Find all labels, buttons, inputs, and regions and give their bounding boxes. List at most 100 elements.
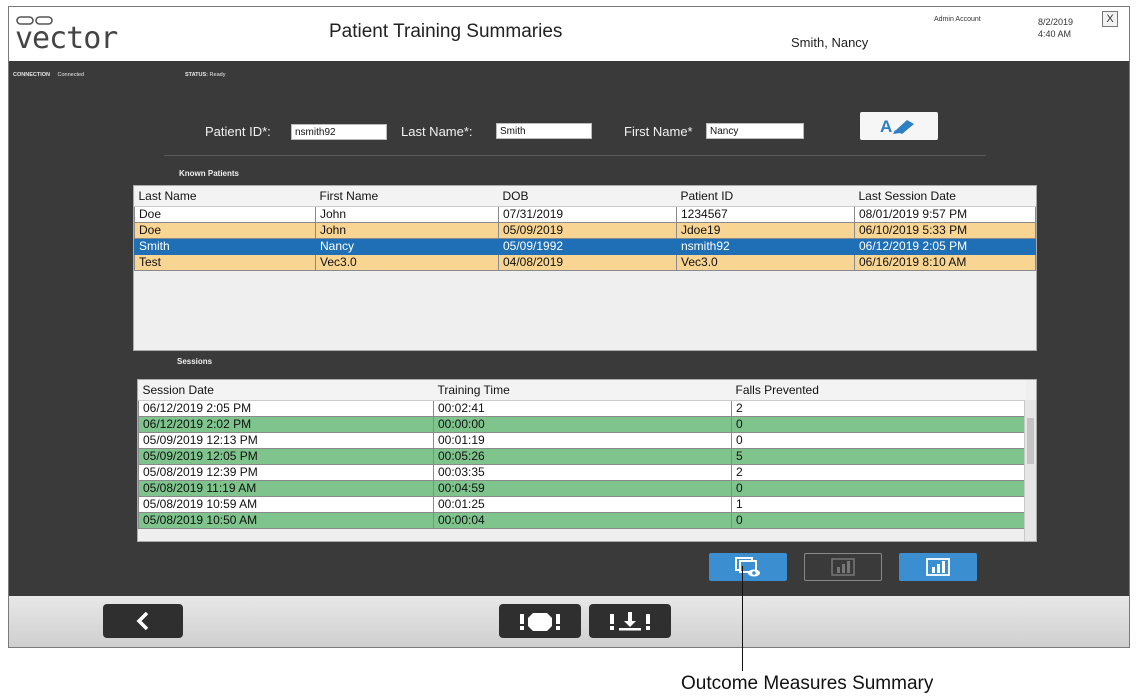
column-header[interactable]: Falls Prevented (731, 380, 1026, 401)
status-label: STATUS: (185, 72, 209, 78)
table-cell: 00:00:04 (433, 511, 732, 529)
table-cell: Nancy (315, 237, 499, 255)
table-cell: 05/08/2019 10:59 AM (138, 495, 434, 513)
sessions-scrollbar[interactable] (1024, 400, 1036, 541)
column-header[interactable]: DOB (498, 186, 677, 207)
table-cell: 0 (731, 415, 1026, 433)
status-value: Ready (209, 72, 226, 78)
table-cell: Jdoe19 (676, 221, 855, 239)
session-row[interactable]: 05/08/2019 10:59 AM 00:01:25 1 (138, 495, 1026, 513)
edit-name-icon: A (880, 117, 914, 136)
patient-id-label: Patient ID*: (205, 124, 271, 139)
close-button[interactable]: X (1102, 11, 1118, 27)
callout-label: Outcome Measures Summary (681, 673, 934, 694)
table-cell: 07/31/2019 (498, 205, 677, 223)
table-cell: 00:02:41 (433, 399, 732, 417)
system-status: STATUS: Ready (185, 72, 225, 78)
main-panel: CONNECTION Connected STATUS: Ready Patie… (9, 61, 1129, 596)
form-divider (164, 155, 986, 156)
table-cell: 06/12/2019 2:05 PM (138, 399, 434, 417)
table-cell: 00:01:25 (433, 495, 732, 513)
table-cell: 00:00:00 (433, 415, 732, 433)
fall-alert-button[interactable] (499, 604, 581, 638)
column-header[interactable]: Session Date (138, 380, 434, 401)
callout-pointer-line (742, 566, 743, 671)
back-button[interactable] (103, 604, 183, 638)
monitor-eye-icon (735, 557, 760, 577)
app-window: vector Patient Training Summaries Smith,… (8, 6, 1130, 648)
patient-row[interactable]: Test Vec3.0 04/08/2019 Vec3.0 06/16/2019 8:1… (134, 253, 1036, 271)
table-cell: 1234567 (676, 205, 855, 223)
outcome-measures-summary-button[interactable] (709, 553, 787, 581)
vector-logo: vector (15, 11, 137, 57)
table-cell: 00:05:26 (433, 447, 732, 465)
scrollbar-thumb[interactable] (1027, 418, 1034, 464)
sessions-table: Session Date Training Time Falls Prevented… (137, 379, 1037, 542)
title-bar: vector Patient Training Summaries Smith,… (9, 7, 1129, 61)
edit-patient-button[interactable]: A (860, 112, 938, 140)
patient-id-input[interactable] (291, 124, 387, 140)
session-row[interactable]: 05/08/2019 11:19 AM 00:04:59 0 (138, 479, 1026, 497)
known-patients-table: Last Name First Name DOB Patient ID Last Ses… (133, 185, 1037, 351)
floor-alert-button[interactable] (589, 604, 671, 638)
session-row[interactable]: 06/12/2019 2:02 PM 00:00:00 0 (138, 415, 1026, 433)
sessions-title: Sessions (177, 357, 213, 366)
patient-row[interactable]: Smith Nancy 05/09/1992 nsmith92 06/12/2019 2… (134, 237, 1036, 255)
table-cell: 5 (731, 447, 1026, 465)
last-name-input[interactable] (496, 123, 592, 139)
svg-text:A: A (880, 117, 892, 136)
session-row[interactable]: 05/08/2019 12:39 PM 00:03:35 2 (138, 463, 1026, 481)
table-cell: Doe (134, 205, 316, 223)
session-row[interactable]: 05/09/2019 12:05 PM 00:05:26 5 (138, 447, 1026, 465)
table-cell: 06/12/2019 2:05 PM (854, 237, 1036, 255)
table-cell: 05/08/2019 11:19 AM (138, 479, 434, 497)
table-cell: 08/01/2019 9:57 PM (854, 205, 1036, 223)
session-row[interactable]: 05/09/2019 12:13 PM 00:01:19 0 (138, 431, 1026, 449)
report-button[interactable] (899, 553, 977, 581)
table-cell: 06/16/2019 8:10 AM (854, 253, 1036, 271)
table-cell: 05/09/2019 12:05 PM (138, 447, 434, 465)
session-row[interactable]: 05/08/2019 10:50 AM 00:00:04 0 (138, 511, 1026, 529)
column-header[interactable]: Patient ID (676, 186, 855, 207)
account-label: Admin Account (934, 16, 981, 23)
column-header[interactable]: Last Session Date (854, 186, 1036, 207)
table-cell: John (315, 221, 499, 239)
patient-row[interactable]: Doe John 07/31/2019 1234567 08/01/2019 9:57 … (134, 205, 1036, 223)
bar-chart-icon (926, 558, 950, 576)
last-name-label: Last Name*: (401, 124, 473, 139)
report-button-disabled (804, 553, 882, 581)
table-cell: 0 (731, 431, 1026, 449)
table-cell: Doe (134, 221, 316, 239)
bar-chart-icon (831, 558, 855, 576)
table-cell: 04/08/2019 (498, 253, 677, 271)
table-cell: 1 (731, 495, 1026, 513)
table-cell: 00:03:35 (433, 463, 732, 481)
table-cell: 2 (731, 463, 1026, 481)
floor-alert-icon (610, 612, 650, 631)
table-cell: 05/08/2019 10:50 AM (138, 511, 434, 529)
patient-row[interactable]: Doe John 05/09/2019 Jdoe19 06/10/2019 5:33 P… (134, 221, 1036, 239)
table-cell: 0 (731, 511, 1026, 529)
connection-value: Connected (57, 72, 85, 78)
table-cell: 05/09/1992 (498, 237, 677, 255)
current-patient-name: Smith, Nancy (791, 35, 869, 50)
known-patients-title: Known Patients (179, 169, 240, 178)
column-header[interactable]: Training Time (433, 380, 732, 401)
bottom-navigation-bar (9, 596, 1129, 647)
datetime-display: 8/2/2019 4:40 AM (1038, 16, 1073, 40)
table-cell: 06/12/2019 2:02 PM (138, 415, 434, 433)
chevron-left-icon (136, 611, 149, 631)
fall-alert-icon (520, 613, 560, 631)
first-name-label: First Name* (624, 124, 693, 139)
page-title: Patient Training Summaries (329, 21, 563, 42)
table-cell: Vec3.0 (676, 253, 855, 271)
session-row[interactable]: 06/12/2019 2:05 PM 00:02:41 2 (138, 399, 1026, 417)
table-cell: 0 (731, 479, 1026, 497)
table-cell: John (315, 205, 499, 223)
first-name-input[interactable] (706, 123, 804, 139)
column-header[interactable]: First Name (315, 186, 499, 207)
column-header[interactable]: Last Name (134, 186, 316, 207)
connection-label: CONNECTION (13, 72, 50, 78)
logo-wordmark: vector (15, 21, 117, 56)
table-cell: 05/09/2019 12:13 PM (138, 431, 434, 449)
